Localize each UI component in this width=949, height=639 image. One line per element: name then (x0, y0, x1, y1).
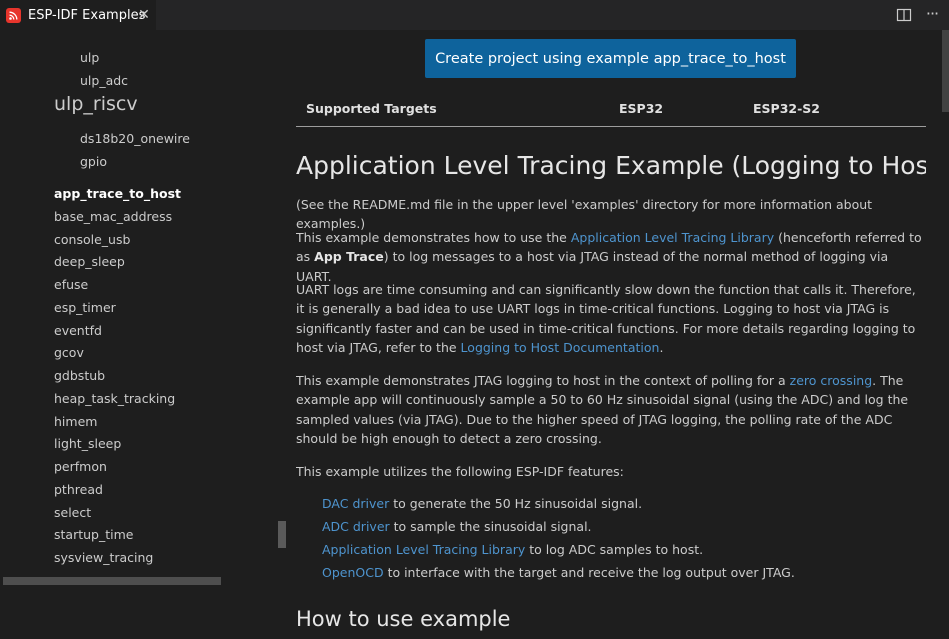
examples-tree: ulp ulp_adc ulp_riscv ds18b20_onewire gp… (0, 30, 277, 639)
tree-item-base-mac-address[interactable]: base_mac_address (54, 209, 172, 224)
close-icon[interactable]: ✕ (136, 6, 152, 24)
tree-item-ds18b20-onewire[interactable]: ds18b20_onewire (80, 131, 190, 146)
tree-item-ulp-adc[interactable]: ulp_adc (80, 73, 128, 88)
tree-item-startup-time[interactable]: startup_time (54, 527, 133, 542)
pane-resize-handle[interactable] (278, 521, 286, 548)
tab-title: ESP-IDF Examples (28, 7, 146, 23)
tree-item-perfmon[interactable]: perfmon (54, 459, 107, 474)
tab-bar: ESP-IDF Examples ✕ ··· (0, 0, 949, 30)
paragraph-features-intro: This example utilizes the following ESP-… (296, 464, 624, 479)
feature-item: DAC driver to generate the 50 Hz sinusoi… (322, 496, 643, 511)
adc-driver-link[interactable]: ADC driver (322, 519, 390, 534)
feature-item: OpenOCD to interface with the target and… (322, 565, 795, 580)
tree-item-sysview-tracing[interactable]: sysview_tracing (54, 550, 153, 565)
section-heading-how-to-use: How to use example (296, 607, 511, 631)
tree-item-heap-task-tracking[interactable]: heap_task_tracking (54, 391, 175, 406)
tree-item-efuse[interactable]: efuse (54, 277, 88, 292)
tree-item-console-usb[interactable]: console_usb (54, 232, 130, 247)
more-actions-icon[interactable]: ··· (922, 5, 942, 25)
supported-targets-table: Supported Targets ESP32 ESP32-S2 (296, 93, 926, 127)
tree-item-eventfd[interactable]: eventfd (54, 323, 102, 338)
logging-to-host-doc-link[interactable]: Logging to Host Documentation (461, 340, 660, 355)
feature-item: Application Level Tracing Library to log… (322, 542, 704, 557)
dac-driver-link[interactable]: DAC driver (322, 496, 389, 511)
tree-item-esp-timer[interactable]: esp_timer (54, 300, 116, 315)
app-trace-library-link[interactable]: Application Level Tracing Library (571, 230, 774, 245)
tree-item-ulp[interactable]: ulp (80, 50, 99, 65)
tree-heading-ulp-riscv[interactable]: ulp_riscv (54, 93, 138, 115)
tree-item-light-sleep[interactable]: light_sleep (54, 436, 121, 451)
tree-item-app-trace-to-host[interactable]: app_trace_to_host (54, 186, 181, 201)
tab-esp-idf-examples[interactable]: ESP-IDF Examples (0, 0, 156, 30)
content-vertical-scrollbar[interactable] (942, 30, 949, 112)
paragraph-zero-crossing: This example demonstrates JTAG logging t… (296, 373, 909, 447)
tree-item-select[interactable]: select (54, 505, 91, 520)
app-trace-library-link-2[interactable]: Application Level Tracing Library (322, 542, 525, 557)
paragraph-uart-logs: UART logs are time consuming and can sig… (296, 282, 916, 356)
tree-item-deep-sleep[interactable]: deep_sleep (54, 254, 125, 269)
paragraph-app-trace: This example demonstrates how to use the… (296, 230, 922, 284)
target-esp32: ESP32 (619, 101, 664, 116)
create-project-button[interactable]: Create project using example app_trace_t… (425, 39, 796, 78)
tree-item-gcov[interactable]: gcov (54, 345, 84, 360)
supported-targets-label: Supported Targets (306, 101, 437, 116)
tree-item-gdbstub[interactable]: gdbstub (54, 368, 105, 383)
target-esp32-s2: ESP32-S2 (753, 101, 820, 116)
tree-item-gpio[interactable]: gpio (80, 154, 107, 169)
page-title: Application Level Tracing Example (Loggi… (296, 151, 926, 180)
sidebar-horizontal-scrollbar[interactable] (3, 577, 221, 585)
feature-item: ADC driver to sample the sinusoidal sign… (322, 519, 592, 534)
tree-item-pthread[interactable]: pthread (54, 482, 103, 497)
tree-item-himem[interactable]: himem (54, 414, 97, 429)
readme-content: Create project using example app_trace_t… (296, 30, 926, 639)
zero-crossing-link[interactable]: zero crossing (790, 373, 872, 388)
esp-idf-logo-icon (6, 7, 21, 23)
openocd-link[interactable]: OpenOCD (322, 565, 384, 580)
split-editor-icon[interactable] (896, 7, 912, 23)
